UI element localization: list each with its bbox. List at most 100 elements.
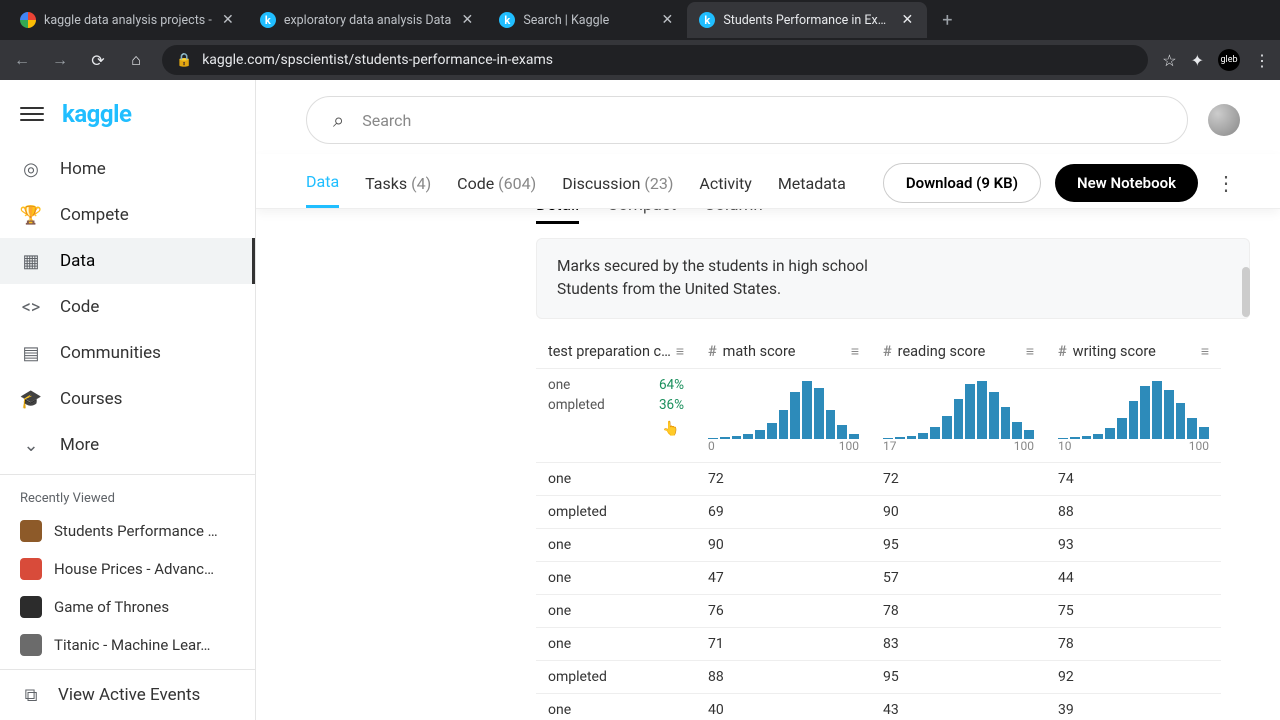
back-button[interactable]: ← [10, 48, 34, 72]
table-cell: 78 [1046, 628, 1221, 661]
search-icon: ⌕ [333, 108, 344, 132]
sort-icon[interactable]: ≡ [1201, 343, 1209, 360]
recent-item[interactable]: House Prices - Advanc… [0, 550, 255, 588]
table-cell: 44 [1046, 562, 1221, 595]
code-icon: <> [20, 296, 42, 318]
table-cell: 74 [1046, 463, 1221, 496]
recent-item[interactable]: Titanic - Machine Lear… [0, 626, 255, 664]
column-distribution: 10100 [1046, 369, 1221, 463]
table-cell: 92 [1046, 661, 1221, 694]
chevron-down-icon: ⌄ [20, 434, 42, 456]
sidebar-item-data[interactable]: ▦Data [0, 238, 255, 284]
recent-label: Game of Thrones [54, 598, 169, 616]
table-cell: one [536, 562, 696, 595]
sort-icon[interactable]: ≡ [676, 343, 684, 360]
column-header[interactable]: #reading score≡ [871, 333, 1046, 369]
grad-icon: 🎓 [20, 388, 42, 410]
view-tab-column[interactable]: Column [704, 209, 763, 224]
table-cell: one [536, 694, 696, 720]
main-content: ⌕ Search Data Tasks (4) Code (604) Discu… [256, 80, 1280, 720]
column-header[interactable]: #writing score≡ [1046, 333, 1221, 369]
url-bar[interactable]: 🔒 kaggle.com/spscientist/students-perfor… [162, 45, 1148, 75]
search-placeholder: Search [362, 111, 411, 130]
more-menu-icon[interactable]: ⋮ [1212, 171, 1240, 195]
table-cell: 88 [1046, 496, 1221, 529]
sidebar-item-courses[interactable]: 🎓Courses [0, 376, 255, 422]
close-icon[interactable]: ✕ [899, 12, 915, 28]
column-distribution: one64%ompleted36% [536, 369, 696, 463]
tab-title: Search | Kaggle [523, 13, 651, 28]
table-cell: 88 [696, 661, 871, 694]
recent-item[interactable]: Game of Thrones [0, 588, 255, 626]
data-grid: test preparation c…≡#math score≡#reading… [536, 333, 1250, 720]
reload-button[interactable]: ⟳ [86, 48, 110, 72]
download-button[interactable]: Download (9 KB) [883, 163, 1041, 203]
close-icon[interactable]: ✕ [220, 12, 236, 28]
sidebar-item-communities[interactable]: ▤Communities [0, 330, 255, 376]
recent-item[interactable]: Students Performance … [0, 512, 255, 550]
table-cell: 72 [696, 463, 871, 496]
new-tab-button[interactable]: + [933, 6, 961, 34]
recent-label: Titanic - Machine Lear… [54, 636, 210, 654]
sidebar-item-compete[interactable]: 🏆Compete [0, 192, 255, 238]
view-tab-detail[interactable]: Detail [536, 209, 579, 224]
new-notebook-button[interactable]: New Notebook [1055, 164, 1198, 202]
column-header[interactable]: #math score≡ [696, 333, 871, 369]
sidebar-item-home[interactable]: ◎Home [0, 146, 255, 192]
browser-tab[interactable]: kaggle data analysis projects - ✕ [8, 2, 248, 38]
table-cell: 75 [1046, 595, 1221, 628]
about-line: Students from the United States. [557, 278, 1229, 301]
browser-tab-active[interactable]: k Students Performance in Exam ✕ [687, 2, 927, 38]
home-button[interactable]: ⌂ [124, 48, 148, 72]
sidebar-label: Communities [60, 343, 161, 363]
recent-label: Students Performance … [54, 522, 218, 540]
close-icon[interactable]: ✕ [659, 12, 675, 28]
recent-label: House Prices - Advanc… [54, 560, 214, 578]
table-cell: one [536, 595, 696, 628]
table-cell: 43 [871, 694, 1046, 720]
column-header[interactable]: test preparation c…≡ [536, 333, 696, 369]
tab-metadata[interactable]: Metadata [778, 160, 846, 207]
table-cell: 76 [696, 595, 871, 628]
lock-icon: 🔒 [176, 53, 192, 68]
profile-avatar[interactable]: gleb [1218, 49, 1240, 71]
sidebar-item-code[interactable]: <>Code [0, 284, 255, 330]
search-input[interactable]: ⌕ Search [306, 96, 1188, 144]
about-line: Marks secured by the students in high sc… [557, 255, 1229, 278]
scrollbar[interactable] [1242, 257, 1250, 517]
sort-icon[interactable]: ≡ [1026, 343, 1034, 360]
table-cell: 40 [696, 694, 871, 720]
about-box: Marks secured by the students in high sc… [536, 238, 1250, 319]
table-cell: one [536, 628, 696, 661]
menu-toggle[interactable] [20, 102, 44, 126]
extensions-icon[interactable]: ✦ [1191, 51, 1204, 70]
table-cell: 71 [696, 628, 871, 661]
view-active-events[interactable]: ⧉View Active Events [0, 669, 255, 720]
browser-menu-icon[interactable]: ⋮ [1254, 51, 1270, 70]
tab-activity[interactable]: Activity [699, 160, 751, 207]
scrollbar-thumb[interactable] [1242, 267, 1250, 317]
browser-tab[interactable]: k Search | Kaggle ✕ [487, 2, 687, 38]
tab-tasks[interactable]: Tasks (4) [365, 160, 431, 207]
table-cell: ompleted [536, 661, 696, 694]
sidebar-label: More [60, 435, 99, 455]
tab-title: kaggle data analysis projects - [44, 13, 212, 28]
tab-data[interactable]: Data [306, 158, 339, 208]
forward-button[interactable]: → [48, 48, 72, 72]
table-cell: 47 [696, 562, 871, 595]
sort-icon[interactable]: ≡ [851, 343, 859, 360]
close-icon[interactable]: ✕ [459, 12, 475, 28]
tab-title: Students Performance in Exam [723, 13, 891, 28]
tab-code[interactable]: Code (604) [457, 160, 536, 207]
kaggle-logo[interactable]: kaggle [62, 100, 131, 128]
sidebar-label: Home [60, 159, 106, 179]
browser-tab[interactable]: k exploratory data analysis Data ✕ [248, 2, 488, 38]
favicon-kaggle: k [499, 12, 515, 28]
bookmark-icon[interactable]: ☆ [1162, 51, 1176, 70]
trophy-icon: 🏆 [20, 204, 42, 226]
tab-discussion[interactable]: Discussion (23) [562, 160, 673, 207]
view-tab-compact[interactable]: Compact [607, 209, 676, 224]
sidebar-item-more[interactable]: ⌄ More [0, 422, 255, 468]
sidebar-label: Data [60, 251, 95, 271]
user-avatar[interactable] [1208, 104, 1240, 136]
